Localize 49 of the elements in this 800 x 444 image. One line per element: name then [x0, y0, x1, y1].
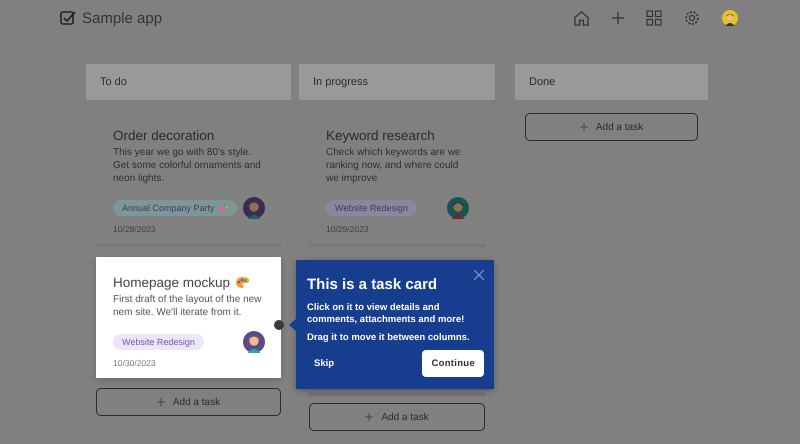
card-title: Order decoration [113, 128, 214, 143]
avatar-icon [447, 197, 469, 219]
task-card[interactable]: Homepage mockup First draft of the layout of the new nem site. We'll iterate from it. Website Redesign 10/30/2023 [96, 257, 281, 378]
grid-icon [646, 10, 662, 26]
popover-text: Click on it to view details and comments, attachments and more! [307, 302, 466, 326]
beacon-dot [274, 320, 284, 330]
plus-icon [580, 123, 588, 131]
avatar-icon [243, 197, 265, 219]
card-description: This year we go with 80's style. Get some colorful ornaments and neon lights. [113, 146, 262, 185]
profile-button[interactable] [722, 10, 738, 26]
add-task-button[interactable]: Add a task [525, 113, 698, 141]
plus-icon [156, 398, 165, 406]
task-card[interactable]: Keyword research Check which keywords are we ranking now, and where could we improve Website Redesign 10/29/2023 [309, 116, 485, 245]
column-header: Done [515, 64, 708, 100]
avatar-icon [722, 10, 738, 26]
skip-button[interactable]: Skip [307, 354, 342, 373]
popover-title: This is a task card [307, 276, 438, 293]
card-date: 10/30/2023 [113, 358, 157, 368]
close-icon [474, 270, 484, 280]
settings-icon [684, 10, 700, 26]
card-description: Check which keywords are we ranking now, and where could we improve [326, 146, 462, 185]
plus-icon [612, 12, 624, 24]
task-card[interactable]: Order decoration This year we go with 80's style. Get some colorful ornaments and neon lights. Annual Company Party 10/28/2023 [96, 116, 281, 245]
card-date: 10/28/2023 [113, 224, 157, 234]
settings-button[interactable] [684, 10, 700, 26]
avatar-icon [243, 331, 265, 353]
add-button[interactable] [612, 12, 624, 24]
continue-button[interactable]: Continue [422, 350, 484, 377]
confetti-icon [218, 203, 228, 213]
tag-label: Annual Company Party [113, 200, 237, 216]
palette-icon [235, 276, 250, 289]
close-button[interactable] [474, 270, 484, 280]
home-button[interactable] [573, 10, 590, 26]
card-date: 10/29/2023 [326, 224, 370, 234]
tag-label: Website Redesign [113, 334, 204, 350]
card-title: Keyword research [326, 128, 435, 143]
popover-text: Drag it to move it between columns. [307, 332, 471, 344]
checkbox-logo-icon [60, 10, 76, 26]
tag-label: Website Redesign [326, 200, 417, 216]
column-header: In progress [299, 64, 495, 100]
home-icon [573, 10, 590, 26]
card-description: First draft of the layout of the new nem site. We'll iterate from it. [113, 293, 262, 319]
add-task-button[interactable]: Add a task [96, 388, 281, 416]
column-header: To do [86, 64, 291, 100]
card-title: Homepage mockup [113, 275, 230, 290]
plus-icon [365, 413, 374, 421]
apps-button[interactable] [646, 10, 662, 26]
app-title: Sample app [82, 10, 164, 26]
add-task-button[interactable]: Add a task [309, 403, 485, 431]
